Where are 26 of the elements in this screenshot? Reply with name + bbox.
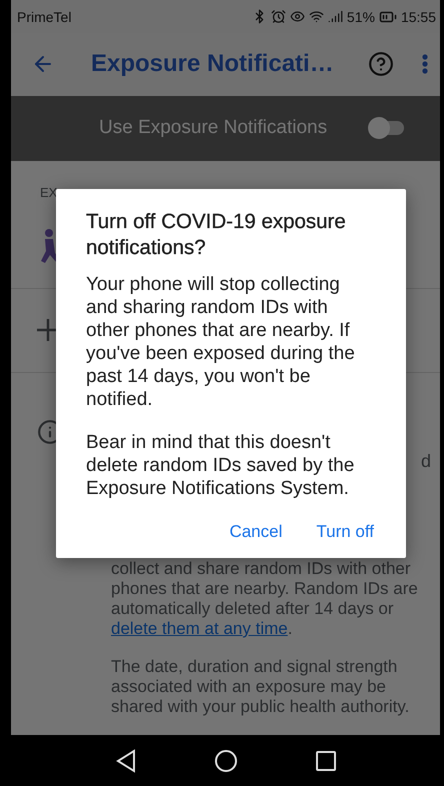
more-icon <box>422 54 428 74</box>
screen-title: Exposure Notificati… <box>91 50 335 78</box>
clock-time: 15:55 <box>400 8 436 25</box>
back-nav-button[interactable] <box>116 748 136 772</box>
help-icon <box>368 51 394 78</box>
battery-percent: 51% <box>346 8 375 25</box>
cancel-button[interactable]: Cancel <box>229 522 282 542</box>
info-paragraph: collect and share random IDs with other phones that are nearby. Random IDs are automatically deleted after 14 days or delete them at any time. <box>111 559 419 640</box>
signal-icon <box>328 9 343 24</box>
eye-icon <box>290 9 305 24</box>
dialog-message: Bear in mind that this doesn't delete random IDs saved by the Exposure Notifications System. <box>86 431 356 500</box>
switch-label: Use Exposure Notifications <box>99 117 328 140</box>
more-options-button[interactable] <box>422 54 428 74</box>
delete-ids-link[interactable]: delete them at any time <box>111 619 288 638</box>
help-button[interactable] <box>368 51 394 78</box>
wifi-icon <box>308 9 324 24</box>
info-text: d <box>420 451 431 472</box>
dialog-title: Turn off COVID-19 exposure notifications? <box>86 209 347 261</box>
info-paragraph: The date, duration and signal strength associated with an exposure may be shared with your public health authority. <box>111 657 410 718</box>
home-nav-button[interactable] <box>214 748 238 772</box>
dialog-message: Your phone will stop collecting and sharing random IDs with other phones that are nearby. If you've been exposed during the past 14 days, you won't be notified. <box>86 273 356 411</box>
turn-off-button[interactable]: Turn off <box>316 522 374 542</box>
add-icon <box>37 319 59 342</box>
carrier-name: PrimeTel <box>17 8 72 25</box>
alarm-icon <box>270 9 286 24</box>
recents-nav-button[interactable] <box>316 750 336 770</box>
